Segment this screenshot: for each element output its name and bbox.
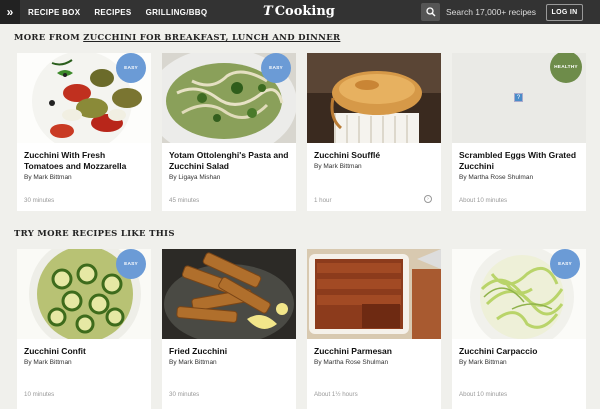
recipe-card[interactable]: Zucchini Soufflé By Mark Bittman 1 hour … <box>307 53 441 211</box>
top-navigation-bar: » RECIPE BOX RECIPES GRILLING/BBQ T Cooki… <box>0 0 600 24</box>
recipe-title[interactable]: Fried Zucchini <box>169 346 291 357</box>
logo-text: Cooking <box>274 4 335 19</box>
search-icon <box>425 7 435 17</box>
double-chevron-icon: » <box>6 5 14 19</box>
search-input[interactable]: Search 17,000+ recipes <box>446 7 536 17</box>
easy-badge: EASY <box>261 53 291 83</box>
recipe-card[interactable]: EASY Zucchini With Fresh Tomatoes and Mo… <box>17 53 151 211</box>
recipe-title[interactable]: Zucchini Carpaccio <box>459 346 581 357</box>
recipe-card[interactable]: EASY Yotam Ottolenghi's Pasta and Zucchi… <box>162 53 296 211</box>
recipe-author[interactable]: By Mark Bittman <box>314 163 362 170</box>
nyt-cooking-logo[interactable]: T Cooking <box>263 4 335 19</box>
recipe-time: 30 minutes <box>169 391 200 398</box>
recipe-author[interactable]: By Mark Bittman <box>24 359 72 366</box>
recipe-card[interactable]: EASY Zucchini Carpaccio By Mark Bittman … <box>452 249 586 409</box>
recipe-author[interactable]: By Mark Bittman <box>24 174 72 181</box>
recipe-time: 30 minutes <box>24 197 55 204</box>
recipe-title[interactable]: Zucchini With Fresh Tomatoes and Mozzare… <box>24 150 146 171</box>
recipe-card[interactable]: ? HEALTHY Scrambled Eggs With Grated Zuc… <box>452 53 586 211</box>
section-heading-try-more: TRY MORE RECIPES LIKE THIS <box>14 229 175 239</box>
nav-grilling-bbq[interactable]: GRILLING/BBQ <box>146 8 208 17</box>
easy-badge: EASY <box>116 53 146 83</box>
recipe-title[interactable]: Zucchini Confit <box>24 346 146 357</box>
recipe-time: About 1½ hours <box>314 391 358 398</box>
recipe-image <box>162 249 296 339</box>
recipe-card[interactable]: Fried Zucchini By Mark Bittman 30 minute… <box>162 249 296 409</box>
expand-menu-button[interactable]: » <box>0 0 20 24</box>
main-nav: RECIPE BOX RECIPES GRILLING/BBQ <box>28 8 221 17</box>
nav-recipe-box[interactable]: RECIPE BOX <box>28 8 80 17</box>
recipe-time: 10 minutes <box>24 391 55 398</box>
recipe-title[interactable]: Yotam Ottolenghi's Pasta and Zucchini Sa… <box>169 150 291 171</box>
search-button[interactable] <box>421 3 440 21</box>
easy-badge: EASY <box>116 249 146 279</box>
recipe-author[interactable]: By Ligaya Mishan <box>169 174 220 181</box>
recipe-image <box>307 249 441 339</box>
easy-badge: EASY <box>550 249 580 279</box>
section-heading-prefix: MORE FROM <box>14 33 84 43</box>
recipe-author[interactable]: By Martha Rose Shulman <box>314 359 388 366</box>
collection-link[interactable]: ZUCCHINI FOR BREAKFAST, LUNCH AND DINNER <box>83 33 340 43</box>
recipe-time: 1 hour <box>314 197 332 204</box>
recipe-title[interactable]: Zucchini Soufflé <box>314 150 436 161</box>
section-heading-more-from: MORE FROM ZUCCHINI FOR BREAKFAST, LUNCH … <box>14 33 340 43</box>
recipe-author[interactable]: By Mark Bittman <box>459 359 507 366</box>
login-button[interactable]: LOG IN <box>546 4 583 21</box>
recipe-time: 45 minutes <box>169 197 200 204</box>
recipe-title[interactable]: Scrambled Eggs With Grated Zucchini <box>459 150 581 171</box>
recipe-author[interactable]: By Martha Rose Shulman <box>459 174 533 181</box>
nav-recipes[interactable]: RECIPES <box>94 8 131 17</box>
logo-t: T <box>263 4 273 19</box>
recipe-time: About 10 minutes <box>459 391 508 398</box>
recipe-card[interactable]: EASY Zucchini Confit By Mark Bittman 10 … <box>17 249 151 409</box>
recipe-image <box>307 53 441 143</box>
recipe-time: About 10 minutes <box>459 197 508 204</box>
broken-image-icon: ? <box>514 93 523 102</box>
recipe-card[interactable]: Zucchini Parmesan By Martha Rose Shulman… <box>307 249 441 409</box>
recipe-author[interactable]: By Mark Bittman <box>169 359 217 366</box>
save-icon[interactable]: › <box>424 195 432 203</box>
recipe-title[interactable]: Zucchini Parmesan <box>314 346 436 357</box>
